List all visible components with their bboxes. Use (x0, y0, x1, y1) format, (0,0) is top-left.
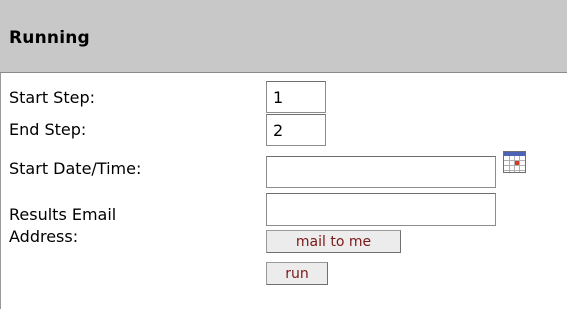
section-header: Running (0, 0, 567, 73)
start-step-input[interactable] (266, 81, 326, 113)
panel-left-border (0, 73, 1, 309)
start-datetime-label: Start Date/Time: (9, 159, 142, 178)
mail-to-me-button[interactable]: mail to me (266, 230, 401, 253)
calendar-icon[interactable] (503, 151, 526, 173)
start-step-label: Start Step: (9, 88, 95, 107)
end-step-label: End Step: (9, 120, 87, 139)
section-title: Running (9, 28, 90, 48)
results-email-label: Results Email Address: (9, 205, 117, 246)
run-button[interactable]: run (266, 262, 328, 285)
end-step-input[interactable] (266, 114, 326, 146)
start-datetime-input[interactable] (266, 156, 496, 188)
results-email-input[interactable] (266, 193, 496, 226)
